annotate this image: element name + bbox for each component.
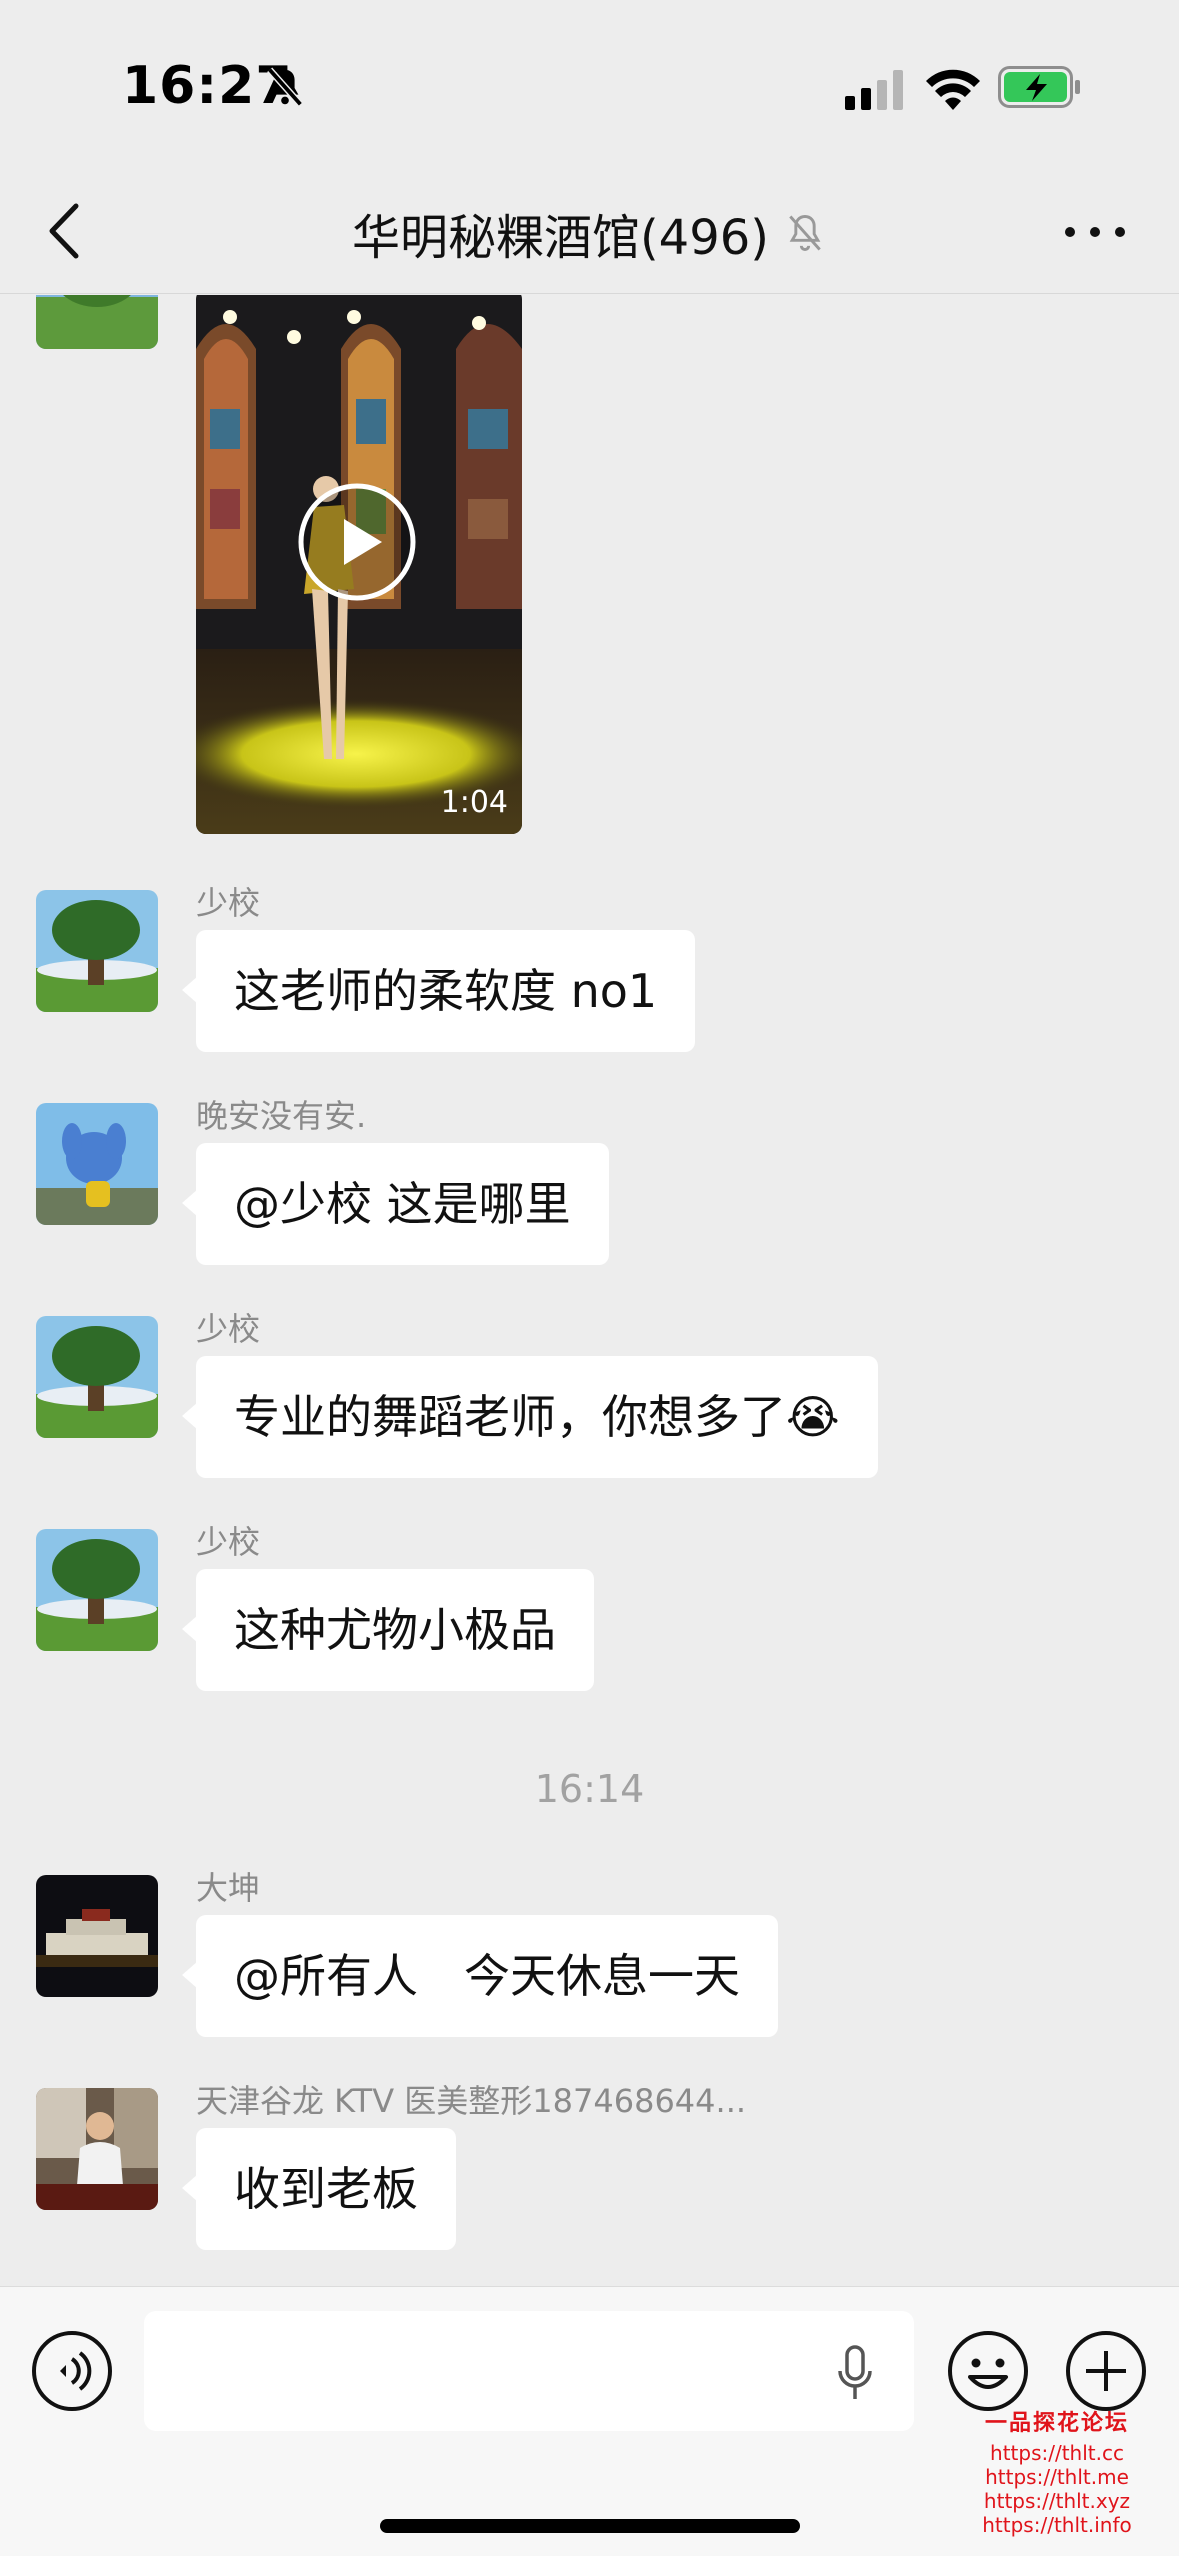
sender-name: 少校 (196, 884, 261, 922)
battery-charging-icon (998, 66, 1080, 108)
bell-off-icon (267, 67, 303, 107)
sender-name: 少校 (196, 1310, 261, 1348)
message-text: 专业的舞蹈老师，你想多了 (234, 1390, 786, 1444)
message-bubble[interactable]: 这老师的柔软度 no1 (181, 930, 696, 1052)
video-message[interactable]: 1:04 (196, 295, 522, 834)
chat-area[interactable]: 1:04 少校 这老师的柔软度 no1 晚安没有安. @少校 这是哪里 少校 专… (0, 295, 1179, 2285)
watermark-link: https://thlt.me (985, 2465, 1129, 2489)
watermark: 一品探花论坛 https://thlt.cc https://thlt.me h… (952, 2405, 1162, 2537)
avatar[interactable] (36, 1103, 158, 1225)
more-dots-icon[interactable] (1060, 220, 1130, 244)
play-icon[interactable] (296, 481, 418, 603)
crying-laughing-emoji: 😭 (786, 1390, 840, 1444)
mute-bell-icon (789, 215, 821, 251)
message-input[interactable] (144, 2311, 914, 2431)
signal-icon (845, 70, 903, 110)
watermark-link: https://thlt.xyz (983, 2489, 1131, 2513)
avatar[interactable] (36, 1316, 158, 1438)
voice-icon[interactable] (30, 2329, 114, 2413)
message-bubble[interactable]: @少校 这是哪里 (182, 1143, 609, 1265)
chat-title: 华明秘粿酒馆(496) (351, 210, 770, 266)
video-duration: 1:04 (440, 785, 508, 820)
watermark-link: https://thlt.info (982, 2513, 1132, 2537)
watermark-link: https://thlt.cc (990, 2441, 1124, 2465)
avatar[interactable] (36, 295, 158, 349)
sender-name: 大坤 (196, 1869, 261, 1907)
wifi-icon (926, 69, 980, 110)
message-bubble[interactable]: @所有人 今天休息一天 (182, 1915, 778, 2037)
chat-title-row: 华明秘粿酒馆(496) (0, 198, 1179, 268)
timestamp: 16:14 (534, 1767, 645, 1811)
plus-icon[interactable] (1064, 2329, 1148, 2413)
home-indicator (380, 2519, 800, 2533)
emoji-icon[interactable] (946, 2329, 1030, 2413)
sender-name: 少校 (196, 1523, 261, 1561)
watermark-title: 一品探花论坛 (984, 2411, 1129, 2436)
avatar[interactable] (36, 1529, 158, 1651)
message-bubble[interactable]: 这种尤物小极品 (182, 1569, 594, 1691)
avatar[interactable] (36, 890, 158, 1012)
avatar[interactable] (36, 2088, 158, 2210)
status-bar: 16:27 (0, 0, 1179, 170)
sender-name: 晚安没有安. (196, 1097, 367, 1135)
nav-bar: 华明秘粿酒馆(496) (0, 170, 1179, 294)
avatar[interactable] (36, 1875, 158, 1997)
sender-name: 天津谷龙 KTV 医美整形187468644... (196, 2082, 747, 2120)
message-bubble[interactable]: 收到老板 (182, 2128, 456, 2250)
mic-icon[interactable] (836, 2345, 874, 2401)
message-bubble[interactable]: 专业的舞蹈老师，你想多了😭 (182, 1356, 878, 1478)
